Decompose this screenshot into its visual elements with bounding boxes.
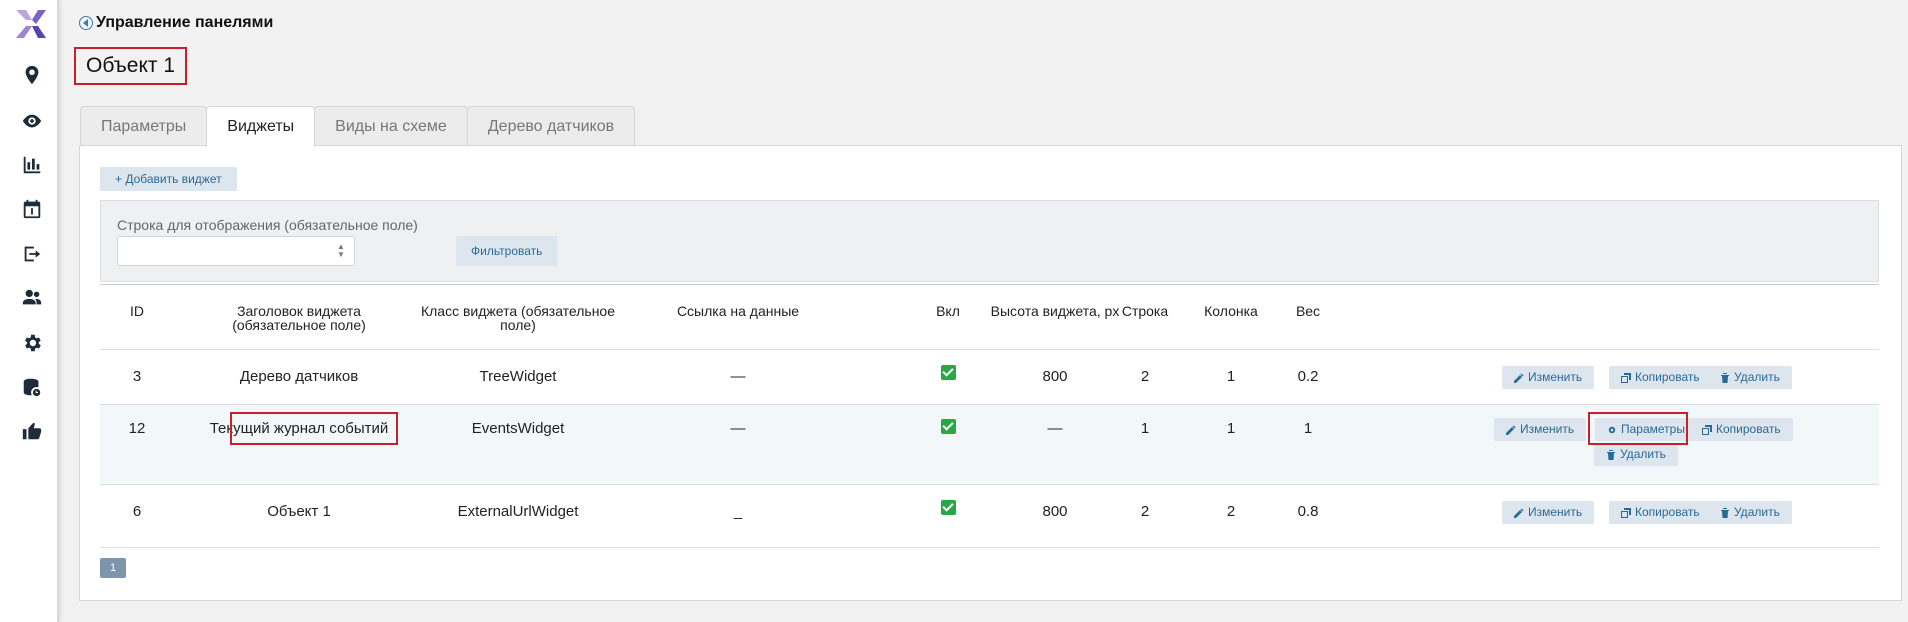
- table-row: 3 Дерево датчиков TreeWidget — 800 2 1 0…: [100, 350, 1879, 405]
- cell-id: 12: [128, 420, 146, 437]
- sidebar: [0, 0, 59, 622]
- col-weight: Вес: [1295, 303, 1321, 319]
- cell-weight: 0.2: [1297, 368, 1319, 385]
- app-logo[interactable]: [12, 6, 48, 42]
- col-title: Заголовок виджета (обязательное поле): [232, 303, 366, 333]
- col-column: Колонка: [1204, 303, 1258, 319]
- users-icon[interactable]: [20, 286, 44, 310]
- checkbox-checked-icon[interactable]: [940, 419, 956, 434]
- add-widget-button[interactable]: + Добавить виджет: [100, 167, 237, 191]
- cell-id: 3: [132, 368, 142, 385]
- col-row: Строка: [1121, 303, 1169, 319]
- cell-id: 6: [132, 503, 142, 520]
- widgets-panel: + Добавить виджет Строка для отображения…: [79, 145, 1902, 601]
- table-row: 6 Объект 1 ExternalUrlWidget _ 800 2 2 0…: [100, 485, 1879, 548]
- tab-parameters[interactable]: Параметры: [80, 106, 208, 146]
- calendar-icon[interactable]: [20, 197, 44, 221]
- cell-class: TreeWidget: [479, 368, 557, 385]
- tab-widgets[interactable]: Виджеты: [206, 106, 316, 147]
- title-highlight: [230, 412, 398, 445]
- page-header: Управление панелями: [79, 14, 273, 32]
- pencil-icon: [1514, 508, 1524, 518]
- copy-icon: [1621, 507, 1631, 518]
- cell-weight: 1: [1303, 420, 1313, 437]
- cell-column: 1: [1226, 368, 1236, 385]
- cell-enabled: [928, 365, 968, 384]
- thumbs-up-icon[interactable]: [20, 419, 44, 443]
- edit-button[interactable]: Изменить: [1502, 501, 1595, 524]
- tab-scheme-views[interactable]: Виды на схеме: [314, 106, 468, 146]
- cell-link: _: [733, 503, 743, 520]
- spinner-arrows-icon[interactable]: ▲ ▼: [334, 243, 348, 259]
- cell-height: 800: [1042, 503, 1068, 520]
- cell-title: Дерево датчиков: [239, 368, 359, 385]
- page-title: Управление панелями: [96, 14, 274, 31]
- col-enabled: Вкл: [936, 303, 960, 319]
- cell-weight: 0.8: [1297, 503, 1319, 520]
- cell-height: 800: [1042, 368, 1068, 385]
- trash-icon: [1721, 507, 1729, 518]
- cell-link: —: [730, 368, 746, 385]
- table-row: 12 Текущий журнал событий EventsWidget —…: [100, 405, 1879, 485]
- cell-class: ExternalUrlWidget: [457, 503, 579, 520]
- widgets-table: ID Заголовок виджета (обязательное поле)…: [100, 284, 1879, 548]
- checkbox-checked-icon[interactable]: [940, 500, 956, 515]
- gear-icon[interactable]: [20, 331, 44, 355]
- copy-button[interactable]: Копировать: [1690, 418, 1793, 441]
- object-title: Объект 1: [74, 47, 188, 85]
- cell-link: —: [730, 420, 746, 437]
- col-link: Ссылка на данные: [676, 303, 800, 319]
- pager-page-1[interactable]: 1: [100, 558, 126, 578]
- cell-column: 2: [1226, 503, 1236, 520]
- cell-row: 2: [1140, 503, 1150, 520]
- copy-button[interactable]: Копировать: [1609, 501, 1712, 524]
- cell-enabled: [928, 500, 968, 519]
- pencil-icon: [1514, 373, 1524, 383]
- cell-class: EventsWidget: [471, 420, 565, 437]
- cell-height: —: [1047, 420, 1063, 437]
- filter-button[interactable]: Фильтровать: [456, 236, 558, 266]
- tab-bar: Параметры Виджеты Виды на схеме Дерево д…: [80, 106, 636, 147]
- checkbox-checked-icon[interactable]: [940, 365, 956, 380]
- pencil-icon: [1506, 425, 1516, 435]
- delete-button[interactable]: Удалить: [1708, 501, 1792, 524]
- copy-icon: [1702, 424, 1712, 435]
- edit-button[interactable]: Изменить: [1502, 366, 1595, 389]
- database-clock-icon[interactable]: [20, 375, 44, 399]
- copy-icon: [1621, 372, 1631, 383]
- cell-row: 1: [1140, 420, 1150, 437]
- tab-sensor-tree[interactable]: Дерево датчиков: [466, 106, 636, 146]
- table-header: ID Заголовок виджета (обязательное поле)…: [100, 284, 1879, 350]
- bar-chart-icon[interactable]: [20, 153, 44, 177]
- col-id: ID: [130, 303, 144, 319]
- filter-box: Строка для отображения (обязательное пол…: [100, 200, 1879, 282]
- copy-button[interactable]: Копировать: [1609, 366, 1712, 389]
- eye-icon[interactable]: [20, 109, 44, 133]
- main-content: Управление панелями Объект 1 Параметры В…: [59, 0, 1908, 622]
- filter-label: Строка для отображения (обязательное пол…: [117, 217, 418, 233]
- col-class: Класс виджета (обязательное поле): [420, 303, 616, 333]
- delete-button[interactable]: Удалить: [1708, 366, 1792, 389]
- edit-button[interactable]: Изменить: [1494, 418, 1587, 441]
- cell-title: Объект 1: [267, 503, 331, 520]
- trash-icon: [1721, 372, 1729, 383]
- trash-icon: [1607, 449, 1615, 460]
- back-arrow-icon[interactable]: [79, 16, 93, 30]
- col-height: Высота виджета, px: [990, 303, 1120, 319]
- cell-enabled: [928, 419, 968, 438]
- export-icon[interactable]: [20, 242, 44, 266]
- cell-column: 1: [1226, 420, 1236, 437]
- cell-row: 2: [1140, 368, 1150, 385]
- map-pin-icon[interactable]: [20, 63, 44, 87]
- filter-input[interactable]: ▲ ▼: [117, 236, 355, 266]
- delete-button[interactable]: Удалить: [1594, 443, 1678, 466]
- parameters-highlight: [1588, 412, 1688, 445]
